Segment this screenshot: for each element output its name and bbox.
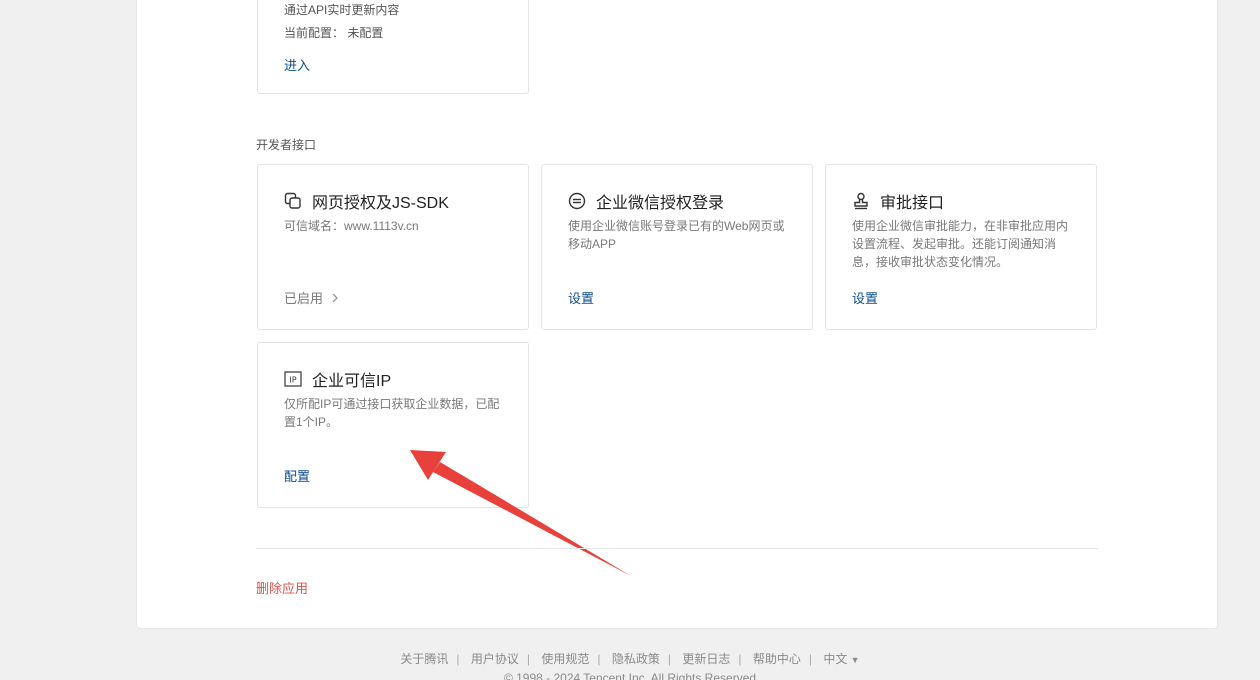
divider [256, 548, 1098, 549]
footer-link-about[interactable]: 关于腾讯 [400, 652, 448, 666]
footer-link-changelog[interactable]: 更新日志 [682, 652, 730, 666]
footer-link-rules[interactable]: 使用规范 [541, 652, 589, 666]
footer-link-privacy[interactable]: 隐私政策 [612, 652, 660, 666]
footer-link-help[interactable]: 帮助中心 [753, 652, 801, 666]
footer-link-agreement[interactable]: 用户协议 [471, 652, 519, 666]
copyright: © 1998 - 2024 Tencent Inc. All Rights Re… [503, 671, 757, 680]
delete-app-link[interactable]: 删除应用 [256, 578, 308, 597]
language-select[interactable]: 中文 ▼ [823, 652, 859, 666]
language-label: 中文 [823, 652, 848, 666]
caret-down-icon: ▼ [850, 655, 860, 665]
footer-links: 关于腾讯 | 用户协议 | 使用规范 | 隐私政策 | 更新日志 | 帮助中心 | 中文 ▼ [400, 652, 860, 666]
footer: 关于腾讯 | 用户协议 | 使用规范 | 隐私政策 | 更新日志 | 帮助中心 | 中文 ▼ [0, 650, 1260, 667]
annotation-arrow [410, 450, 631, 576]
